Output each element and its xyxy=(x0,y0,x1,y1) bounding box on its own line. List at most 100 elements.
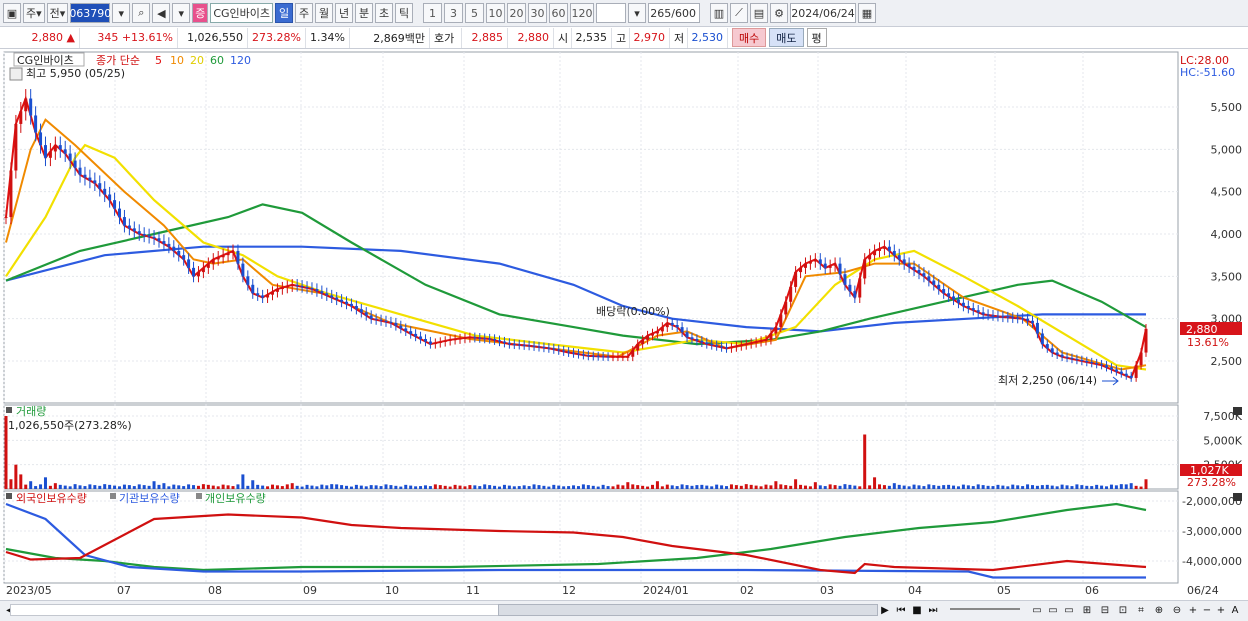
candle-body xyxy=(853,291,857,298)
first-page-icon[interactable]: ⏮ xyxy=(894,603,908,617)
volume-bar xyxy=(359,485,363,489)
volume-bar xyxy=(29,481,33,489)
individual-legend: 개인보유수량 xyxy=(205,492,266,505)
date-input[interactable]: 2024/06/24 xyxy=(790,3,856,23)
candle-body xyxy=(419,336,423,339)
interval-3[interactable]: 3 xyxy=(444,3,463,23)
volume-bar xyxy=(1119,484,1123,489)
tool-icon[interactable]: ⊡ xyxy=(1116,603,1130,617)
candle-body xyxy=(48,151,52,158)
gear-icon[interactable]: ⚙ xyxy=(770,3,788,23)
candle-body xyxy=(952,296,956,300)
stock-name: CG인바이츠 xyxy=(210,3,273,23)
candle-icon[interactable]: ▥ xyxy=(710,3,728,23)
volume-bar xyxy=(1001,485,1005,489)
draw-line-icon[interactable]: ⟋ xyxy=(730,3,748,23)
tool-icon[interactable]: ⊕ xyxy=(1152,603,1166,617)
scroll-thumb[interactable] xyxy=(498,604,878,616)
volume-bar xyxy=(557,485,561,489)
stock-code-input[interactable]: 063790 xyxy=(69,3,111,23)
interval-5[interactable]: 5 xyxy=(465,3,484,23)
candle-body xyxy=(132,228,136,232)
close-panel-icon[interactable] xyxy=(1233,493,1242,501)
volume-bar xyxy=(266,486,270,489)
volume-bar xyxy=(769,485,773,489)
scroll-right-icon[interactable]: ▶ xyxy=(878,603,892,617)
candle-body xyxy=(478,337,482,339)
volume-bar xyxy=(448,486,452,489)
candle-body xyxy=(1065,356,1069,358)
layout-icon[interactable]: ▭ xyxy=(1062,603,1076,617)
period-minute[interactable]: 분 xyxy=(355,3,373,23)
interval-120[interactable]: 120 xyxy=(570,3,594,23)
candle-body xyxy=(799,267,803,273)
calendar-icon[interactable]: ▦ xyxy=(858,3,876,23)
candle-body xyxy=(345,301,349,304)
font-size-icon[interactable]: A xyxy=(1228,603,1242,617)
interval-10[interactable]: 10 xyxy=(486,3,505,23)
zoom-slider[interactable] xyxy=(950,608,1020,610)
volume-bar xyxy=(132,486,136,489)
interval-1[interactable]: 1 xyxy=(423,3,442,23)
candle-body xyxy=(113,200,117,209)
close-panel-icon[interactable] xyxy=(1233,407,1242,415)
trade-amount: 2,869백만 xyxy=(350,27,430,48)
candle-body xyxy=(1100,364,1104,366)
panel-handle-icon[interactable] xyxy=(6,407,12,413)
interval-60[interactable]: 60 xyxy=(549,3,568,23)
period-month[interactable]: 월 xyxy=(315,3,333,23)
interval-custom-input[interactable] xyxy=(596,3,626,23)
sell-button[interactable]: 매도 xyxy=(769,28,804,47)
zoom-in-icon[interactable]: + xyxy=(1214,603,1228,617)
stock-chart[interactable]: CG인바이츠 종가 단순 5 10 20 60 120 최고 5,950 (05… xyxy=(0,50,1248,600)
period-year[interactable]: 년 xyxy=(335,3,353,23)
volume-bar xyxy=(453,484,457,489)
period-tick[interactable]: 틱 xyxy=(395,3,413,23)
stop-icon[interactable]: ■ xyxy=(910,603,924,617)
candle-body xyxy=(887,246,891,251)
candle-body xyxy=(981,312,985,315)
count-input[interactable]: 265/600 xyxy=(648,3,700,23)
layout-icon[interactable]: ▭ xyxy=(1046,603,1060,617)
tool-icon[interactable]: ⌗ xyxy=(1134,603,1148,617)
zoom-out-icon[interactable]: − xyxy=(1200,603,1214,617)
volume-bar xyxy=(310,485,314,489)
candle-body xyxy=(833,263,837,266)
tool-icon[interactable]: ⊞ xyxy=(1080,603,1094,617)
volume-bar xyxy=(739,485,743,489)
panel-handle-icon xyxy=(110,493,116,499)
volume-bar xyxy=(591,485,595,489)
tool-icon[interactable]: ⊟ xyxy=(1098,603,1112,617)
candle-body xyxy=(764,339,768,341)
buy-button[interactable]: 매수 xyxy=(732,28,767,47)
tool-icon[interactable]: ⊖ xyxy=(1170,603,1184,617)
zoom-in-icon[interactable]: + xyxy=(1186,603,1200,617)
volume-bar xyxy=(1095,484,1099,489)
candle-body xyxy=(423,338,427,342)
interval-20[interactable]: 20 xyxy=(507,3,526,23)
volume-bar xyxy=(241,474,245,489)
volume-bar xyxy=(231,486,235,489)
search-icon[interactable]: ⌕ xyxy=(132,3,151,23)
calculator-icon[interactable] xyxy=(9,67,23,81)
volume-bar xyxy=(996,484,1000,489)
period-day[interactable]: 일 xyxy=(275,3,293,23)
period-second[interactable]: 초 xyxy=(375,3,393,23)
mode-select[interactable]: 주 ▾ xyxy=(23,3,45,23)
volume-bar xyxy=(986,485,990,489)
layout-icon[interactable]: ▭ xyxy=(1030,603,1044,617)
interval-30[interactable]: 30 xyxy=(528,3,547,23)
chevron-down-icon[interactable]: ▾ xyxy=(172,3,191,23)
average-button[interactable]: 평 xyxy=(806,28,827,47)
panel-handle-icon[interactable] xyxy=(6,493,12,499)
speaker-icon[interactable]: ◀ xyxy=(152,3,171,23)
chevron-down-icon[interactable]: ▾ xyxy=(112,3,131,23)
period-week[interactable]: 주 xyxy=(295,3,313,23)
last-page-icon[interactable]: ⏭ xyxy=(926,603,940,617)
chevron-down-icon[interactable]: ▾ xyxy=(628,3,646,23)
window-icon[interactable]: ▣ xyxy=(3,3,21,23)
candle-body xyxy=(394,322,398,326)
save-icon[interactable]: ▤ xyxy=(750,3,768,23)
volume-bar xyxy=(93,485,97,489)
prev-select[interactable]: 전 ▾ xyxy=(46,3,69,23)
